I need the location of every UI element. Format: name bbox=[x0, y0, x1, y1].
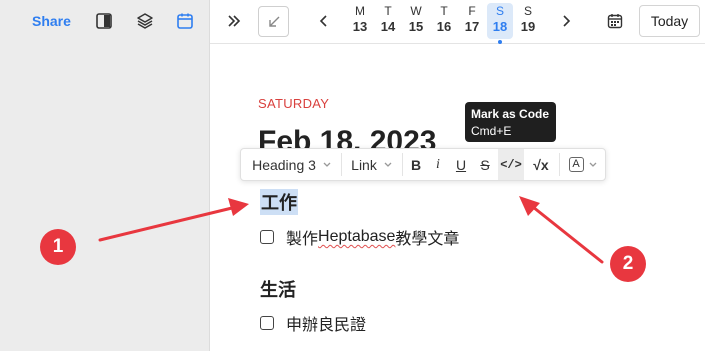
tooltip-shortcut: Cmd+E bbox=[471, 124, 512, 138]
day-date: 17 bbox=[464, 19, 480, 34]
collapse-button[interactable] bbox=[258, 6, 289, 37]
day-date: 14 bbox=[380, 19, 396, 34]
annotation-badge-1: 1 bbox=[40, 229, 76, 265]
day-date: 15 bbox=[408, 19, 424, 34]
link-dropdown-label: Link bbox=[351, 156, 377, 173]
italic-button[interactable]: i bbox=[427, 149, 449, 180]
format-toolbar: Heading 3 Link B i U S </> √x A bbox=[240, 148, 606, 181]
text-color-dropdown[interactable]: A bbox=[563, 149, 603, 180]
day-name: S bbox=[523, 4, 532, 18]
todo-item[interactable]: 申辦良民證 bbox=[260, 313, 367, 334]
chevron-left-icon[interactable] bbox=[314, 11, 334, 31]
link-dropdown[interactable]: Link bbox=[345, 149, 399, 180]
checkbox[interactable] bbox=[260, 316, 274, 330]
math-button[interactable]: √x bbox=[528, 149, 554, 180]
checkbox[interactable] bbox=[260, 230, 274, 244]
todo-text-prefix: 製作 bbox=[286, 231, 319, 248]
today-button[interactable]: Today bbox=[639, 5, 700, 37]
day-date: 18 bbox=[492, 19, 508, 34]
share-button[interactable]: Share bbox=[32, 13, 71, 29]
divider bbox=[402, 153, 403, 176]
divider bbox=[341, 153, 342, 176]
date-navigation-bar: M 13 T 14 W 15 T 16 F 17 S 18 S 19 Today bbox=[210, 0, 705, 44]
text-color-swatch: A bbox=[568, 157, 584, 172]
panel-icon[interactable] bbox=[94, 11, 114, 31]
arrow-down-left-icon bbox=[268, 16, 279, 27]
sidebar-header: Share bbox=[0, 0, 210, 44]
chevron-down-icon bbox=[384, 162, 392, 167]
day-tue[interactable]: T 14 bbox=[375, 3, 401, 39]
day-sat-selected[interactable]: S 18 bbox=[487, 3, 513, 44]
tooltip-title: Mark as Code bbox=[471, 107, 550, 121]
day-date: 16 bbox=[436, 19, 452, 34]
chevron-right-icon[interactable] bbox=[556, 11, 576, 31]
day-name: S bbox=[495, 4, 504, 18]
chevron-down-icon bbox=[589, 162, 596, 167]
heading-dropdown[interactable]: Heading 3 bbox=[247, 149, 337, 180]
day-name: T bbox=[440, 4, 448, 18]
strikethrough-button[interactable]: S bbox=[473, 149, 497, 180]
tooltip: Mark as Code Cmd+E bbox=[465, 102, 556, 142]
day-date: 19 bbox=[520, 19, 536, 34]
day-name: M bbox=[355, 4, 365, 18]
day-mon[interactable]: M 13 bbox=[347, 3, 373, 39]
calendar-picker-icon[interactable] bbox=[605, 11, 625, 31]
todo-item[interactable]: 製作 Heptabase 教學文章 bbox=[260, 227, 460, 248]
journal-main: M 13 T 14 W 15 T 16 F 17 S 18 S 19 Today… bbox=[210, 0, 705, 351]
day-name: T bbox=[384, 4, 392, 18]
sidebar: Share bbox=[0, 0, 210, 351]
day-fri[interactable]: F 17 bbox=[459, 3, 485, 39]
today-dot-indicator bbox=[498, 40, 502, 44]
bold-button[interactable]: B bbox=[405, 149, 427, 180]
code-button[interactable]: </> bbox=[498, 149, 524, 180]
day-sun[interactable]: S 19 bbox=[515, 3, 541, 39]
todo-text-suffix: 教學文章 bbox=[395, 231, 460, 248]
divider bbox=[559, 153, 560, 176]
heading-work[interactable]: 工作 bbox=[260, 189, 298, 215]
todo-text-word: Heptabase bbox=[318, 228, 396, 245]
calendar-icon[interactable] bbox=[175, 11, 195, 31]
heading-life[interactable]: 生活 bbox=[260, 276, 296, 302]
day-name: W bbox=[410, 4, 422, 18]
day-name: F bbox=[468, 4, 476, 18]
chevron-down-icon bbox=[323, 162, 331, 167]
day-wed[interactable]: W 15 bbox=[403, 3, 429, 39]
underline-button[interactable]: U bbox=[449, 149, 473, 180]
double-chevron-right-icon[interactable] bbox=[224, 11, 244, 31]
heading-dropdown-label: Heading 3 bbox=[252, 156, 316, 173]
todo-text: 申辦良民證 bbox=[286, 317, 367, 334]
layers-icon[interactable] bbox=[135, 11, 155, 31]
day-thu[interactable]: T 16 bbox=[431, 3, 457, 39]
weekday-label: SATURDAY bbox=[258, 96, 330, 111]
day-date: 13 bbox=[352, 19, 368, 34]
annotation-badge-2: 2 bbox=[610, 246, 646, 282]
